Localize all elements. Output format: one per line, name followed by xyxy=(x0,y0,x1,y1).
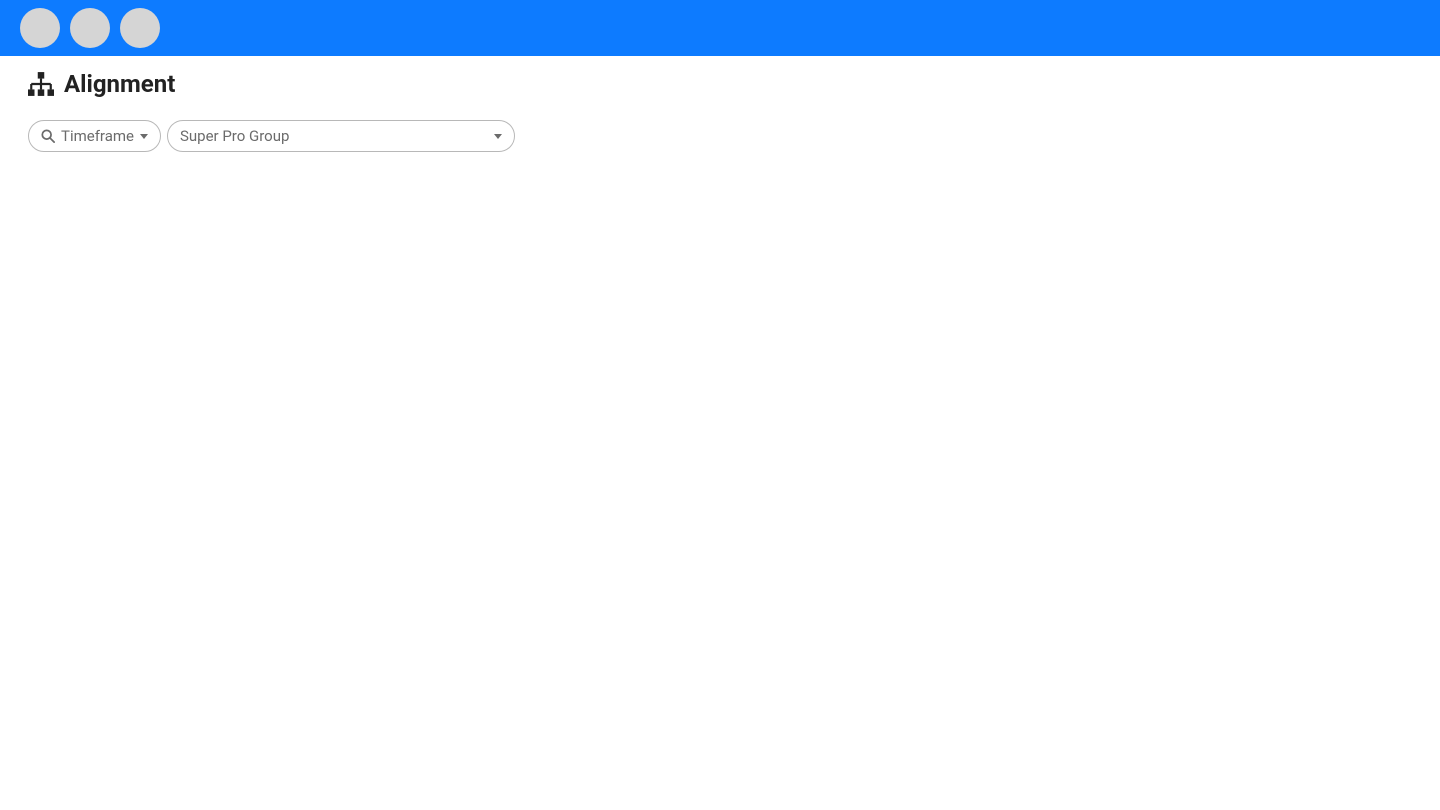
page-header: Alignment xyxy=(28,70,1412,98)
chevron-down-icon xyxy=(140,134,148,139)
window-control-circle[interactable] xyxy=(20,8,60,48)
filter-bar: Timeframe Super Pro Group xyxy=(28,120,1412,152)
title-bar xyxy=(0,0,1440,56)
search-icon xyxy=(41,129,55,143)
timeframe-label: Timeframe xyxy=(61,127,134,145)
alignment-icon xyxy=(28,71,54,97)
page-title: Alignment xyxy=(64,70,175,98)
content-area: Alignment Timeframe Super Pro Group xyxy=(0,56,1440,166)
chevron-down-icon xyxy=(494,134,502,139)
window-control-circle[interactable] xyxy=(120,8,160,48)
timeframe-dropdown[interactable]: Timeframe xyxy=(28,120,161,152)
group-dropdown[interactable]: Super Pro Group xyxy=(167,120,515,152)
window-control-circle[interactable] xyxy=(70,8,110,48)
group-selected-label: Super Pro Group xyxy=(180,127,289,145)
